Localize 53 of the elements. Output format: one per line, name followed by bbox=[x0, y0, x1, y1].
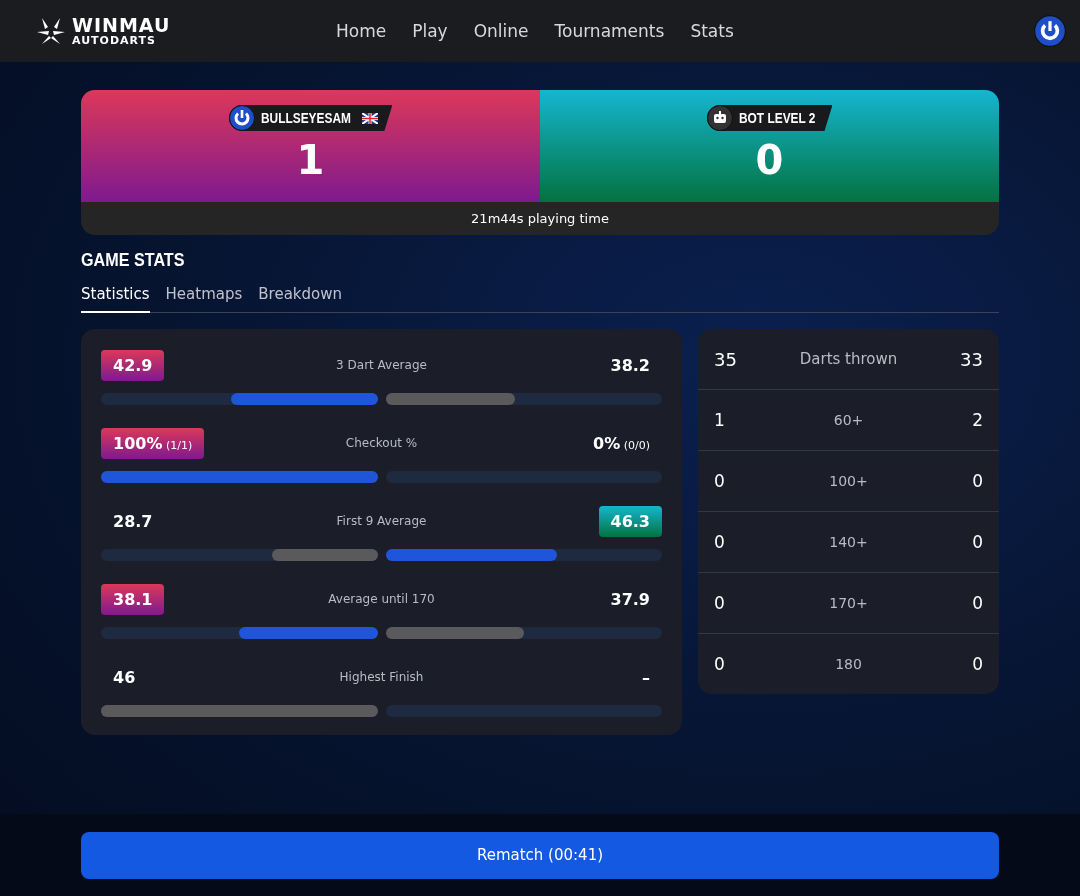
table-cell: 35 bbox=[714, 348, 737, 370]
section-title: GAME STATS bbox=[81, 249, 186, 271]
stat-value: 0% (0/0) bbox=[592, 432, 651, 455]
table-cell: 0 bbox=[714, 471, 725, 491]
nav-link[interactable]: Stats bbox=[690, 21, 734, 41]
nav-link[interactable]: Tournaments bbox=[554, 21, 665, 41]
player-score: 0 bbox=[755, 137, 784, 183]
tab[interactable]: Statistics bbox=[81, 285, 150, 313]
table-cell: 33 bbox=[960, 348, 983, 370]
table-cell: 2 bbox=[972, 410, 983, 430]
table-cell: 0 bbox=[972, 532, 983, 552]
player-name: BOT LEVEL 2 bbox=[738, 110, 815, 126]
stat-label: Average until 170 bbox=[328, 592, 435, 606]
playing-time: 21m44s playing time bbox=[470, 210, 610, 228]
stat-value: 28.7 bbox=[112, 510, 154, 533]
logo-icon bbox=[36, 17, 66, 45]
stat-value-badge: 100% (1/1) bbox=[101, 427, 205, 459]
stat-label: Checkout % bbox=[345, 436, 418, 450]
flag-icon bbox=[362, 112, 379, 124]
stat-label: First 9 Average bbox=[336, 514, 427, 528]
stat-value-badge: 42.9 bbox=[101, 349, 165, 381]
table-cell: 0 bbox=[972, 593, 983, 613]
table-cell-text: 140+ bbox=[828, 534, 869, 550]
nav-link[interactable]: Online bbox=[473, 21, 529, 41]
table-cell: 0 bbox=[972, 654, 983, 674]
table-cell: 0 bbox=[972, 471, 983, 491]
nav-link[interactable]: Home bbox=[336, 21, 387, 41]
table-cell-text: 60+ bbox=[832, 412, 865, 428]
profile-avatar-icon bbox=[1034, 15, 1066, 47]
table-cell-text: 180 bbox=[834, 656, 863, 672]
table-cell: 0 bbox=[714, 654, 725, 674]
brand-name: WINMAU bbox=[72, 16, 171, 35]
table-cell-text: Darts thrown bbox=[798, 350, 899, 368]
brand-subtitle: AUTODARTS bbox=[72, 35, 157, 46]
stat-value: 37.9 bbox=[609, 588, 651, 611]
stat-value-badge: 38.1 bbox=[101, 583, 165, 615]
stat-value: 46 bbox=[112, 666, 137, 689]
nav-link[interactable]: Play bbox=[412, 21, 448, 41]
player-score: 1 bbox=[296, 137, 325, 183]
table-cell-text: 170+ bbox=[828, 595, 869, 611]
table-cell: 0 bbox=[714, 532, 725, 552]
player-name: BULLSEYESAM bbox=[260, 110, 351, 126]
stat-value-badge: 46.3 bbox=[598, 505, 662, 537]
stat-label: Highest Finish bbox=[339, 670, 424, 684]
table-cell: 0 bbox=[714, 593, 725, 613]
stat-value: – bbox=[641, 666, 651, 689]
table-cell: 1 bbox=[714, 410, 725, 430]
stat-value: 38.2 bbox=[609, 354, 651, 377]
table-cell-text: 100+ bbox=[828, 473, 869, 489]
rematch-button[interactable]: Rematch (00:41) bbox=[81, 831, 999, 879]
tab[interactable]: Breakdown bbox=[258, 285, 343, 313]
stat-label: 3 Dart Average bbox=[336, 358, 427, 372]
tab[interactable]: Heatmaps bbox=[165, 285, 243, 313]
